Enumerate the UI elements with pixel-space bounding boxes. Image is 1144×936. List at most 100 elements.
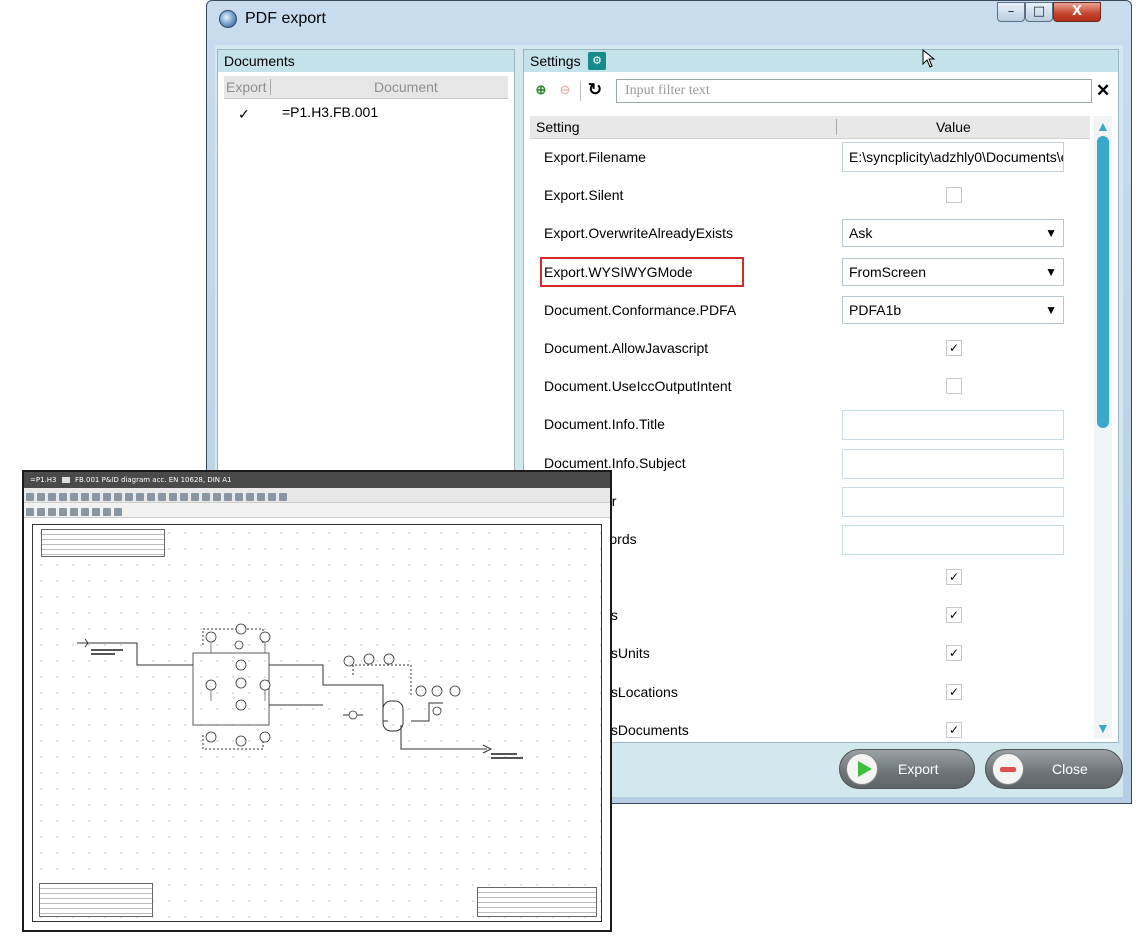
toolbar-tool-icon[interactable] — [268, 493, 276, 501]
settings-gear-icon[interactable]: ⚙ — [588, 52, 606, 70]
settings-row[interactable]: .BookmarksUnits✓ — [530, 635, 1090, 673]
toolbar-tool-icon[interactable] — [59, 493, 67, 501]
settings-row[interactable]: Document.Info.Title — [530, 406, 1090, 444]
export-column-header[interactable]: Export — [226, 76, 266, 98]
toolbar-divider — [580, 81, 581, 101]
setting-value-checkbox[interactable]: ✓ — [946, 683, 962, 700]
dropdown-arrow-icon[interactable]: ▼ — [1045, 220, 1057, 246]
toolbar-tool-icon[interactable] — [257, 493, 265, 501]
settings-row[interactable]: .BookmarksDocuments ✓ — [530, 712, 1090, 738]
drawing-tool-icon[interactable] — [59, 508, 67, 516]
toolbar-tool-icon[interactable] — [279, 493, 287, 501]
toolbar-tool-icon[interactable] — [202, 493, 210, 501]
settings-row[interactable]: .BookmarksLocations✓ — [530, 674, 1090, 712]
toolbar-tool-icon[interactable] — [70, 493, 78, 501]
minimize-button[interactable]: – — [997, 2, 1025, 22]
drawing-tool-icon[interactable] — [81, 508, 89, 516]
pid-title-bar[interactable]: =P1.H3 FB.001 P&ID diagram acc. EN 10628… — [24, 472, 610, 488]
settings-row[interactable]: .Info.Author — [530, 483, 1090, 521]
toolbar-tool-icon[interactable] — [125, 493, 133, 501]
export-checkbox[interactable]: ✓ — [238, 103, 250, 125]
toolbar-tool-icon[interactable] — [158, 493, 166, 501]
toolbar-tool-icon[interactable] — [48, 493, 56, 501]
toolbar-tool-icon[interactable] — [26, 493, 34, 501]
column-divider[interactable] — [270, 79, 271, 95]
toolbar-tool-icon[interactable] — [180, 493, 188, 501]
column-divider[interactable] — [836, 119, 837, 135]
scroll-thumb[interactable] — [1097, 136, 1109, 428]
title-bar[interactable]: PDF export – □ X — [207, 1, 1131, 37]
dropdown-arrow-icon[interactable]: ▼ — [1045, 259, 1057, 285]
app-gear-icon — [219, 10, 237, 28]
remove-setting-icon[interactable]: ⊖ — [556, 81, 574, 99]
maximize-button[interactable]: □ — [1025, 2, 1053, 22]
setting-value-field[interactable] — [842, 524, 1064, 555]
setting-column-header[interactable]: Setting — [536, 116, 580, 138]
toolbar-tool-icon[interactable] — [224, 493, 232, 501]
setting-value-checkbox[interactable]: ✓ — [946, 569, 962, 586]
setting-name: Export.Silent — [544, 187, 624, 204]
settings-row[interactable]: .Bookmarks✓ — [530, 597, 1090, 635]
drawing-tool-icon[interactable] — [92, 508, 100, 516]
settings-row[interactable]: Document.UseIccOutputIntent — [530, 368, 1090, 406]
drawing-tool-icon[interactable] — [103, 508, 111, 516]
document-row[interactable]: ✓ =P1.H3.FB.001 — [224, 101, 508, 123]
settings-row[interactable]: .Info.Keywords — [530, 521, 1090, 559]
vertical-scrollbar[interactable]: ▲ ▼ — [1094, 116, 1112, 738]
toolbar-tool-icon[interactable] — [213, 493, 221, 501]
toolbar-tool-icon[interactable] — [235, 493, 243, 501]
reset-icon[interactable]: ↻ — [586, 81, 604, 99]
toolbar-tool-icon[interactable] — [246, 493, 254, 501]
scroll-down-icon[interactable]: ▼ — [1096, 720, 1110, 736]
pid-drawing-canvas[interactable] — [32, 524, 602, 922]
setting-value-dropdown[interactable]: FromScreen ▼ — [842, 257, 1064, 286]
clear-filter-icon[interactable]: ✕ — [1096, 79, 1110, 103]
filter-input[interactable]: Input filter text — [616, 79, 1092, 103]
settings-row[interactable]: Document.AllowJavascript ✓ — [530, 330, 1090, 368]
setting-value-field[interactable] — [842, 486, 1064, 517]
toolbar-tool-icon[interactable] — [147, 493, 155, 501]
toolbar-tool-icon[interactable] — [81, 493, 89, 501]
settings-row[interactable]: Document.Conformance.PDFA PDFA1b ▼ — [530, 292, 1090, 330]
setting-name: Export.OverwriteAlreadyExists — [544, 225, 734, 242]
settings-row[interactable]: Export.OverwriteAlreadyExists Ask ▼ — [530, 215, 1090, 253]
setting-value-checkbox[interactable]: ✓ — [946, 607, 962, 624]
toolbar-tool-icon[interactable] — [37, 493, 45, 501]
toolbar-tool-icon[interactable] — [136, 493, 144, 501]
add-setting-icon[interactable]: ⊕ — [532, 81, 550, 99]
settings-row[interactable]: .Export✓ — [530, 559, 1090, 597]
drawing-tool-icon[interactable] — [26, 508, 34, 516]
toolbar-tool-icon[interactable] — [92, 493, 100, 501]
toolbar-tool-icon[interactable] — [114, 493, 122, 501]
settings-row[interactable]: Export.Filename E:\syncplicity\adzhly0\Do… — [530, 139, 1090, 177]
value-column-header[interactable]: Value — [936, 116, 971, 138]
scroll-up-icon[interactable]: ▲ — [1096, 118, 1110, 134]
drawing-tool-icon[interactable] — [114, 508, 122, 516]
pid-diagram-window: =P1.H3 FB.001 P&ID diagram acc. EN 10628… — [22, 470, 612, 932]
document-column-header[interactable]: Document — [374, 76, 438, 98]
dropdown-arrow-icon[interactable]: ▼ — [1045, 297, 1057, 323]
setting-value-field[interactable] — [842, 448, 1064, 479]
setting-value-checkbox[interactable] — [946, 378, 962, 395]
setting-value-checkbox[interactable] — [946, 187, 962, 204]
toolbar-tool-icon[interactable] — [191, 493, 199, 501]
setting-value-field[interactable] — [842, 410, 1064, 441]
setting-value-checkbox[interactable]: ✓ — [946, 721, 962, 738]
drawing-tool-icon[interactable] — [48, 508, 56, 516]
settings-row[interactable]: Document.Info.Subject — [530, 445, 1090, 483]
setting-name: Document.UseIccOutputIntent — [544, 378, 732, 395]
export-button[interactable]: Export — [839, 749, 975, 789]
close-button[interactable]: Close — [985, 749, 1123, 789]
settings-row[interactable]: Export.Silent — [530, 177, 1090, 215]
close-window-button[interactable]: X — [1053, 2, 1101, 22]
setting-value-checkbox[interactable]: ✓ — [946, 339, 962, 356]
toolbar-tool-icon[interactable] — [103, 493, 111, 501]
setting-value-dropdown[interactable]: PDFA1b ▼ — [842, 295, 1064, 324]
setting-value-checkbox[interactable]: ✓ — [946, 645, 962, 662]
toolbar-tool-icon[interactable] — [169, 493, 177, 501]
setting-value-dropdown[interactable]: Ask ▼ — [842, 219, 1064, 248]
setting-value-field[interactable]: E:\syncplicity\adzhly0\Documents\e — [842, 142, 1064, 172]
settings-row[interactable]: Export.WYSIWYGMode FromScreen ▼ — [530, 254, 1090, 292]
drawing-tool-icon[interactable] — [70, 508, 78, 516]
drawing-tool-icon[interactable] — [37, 508, 45, 516]
